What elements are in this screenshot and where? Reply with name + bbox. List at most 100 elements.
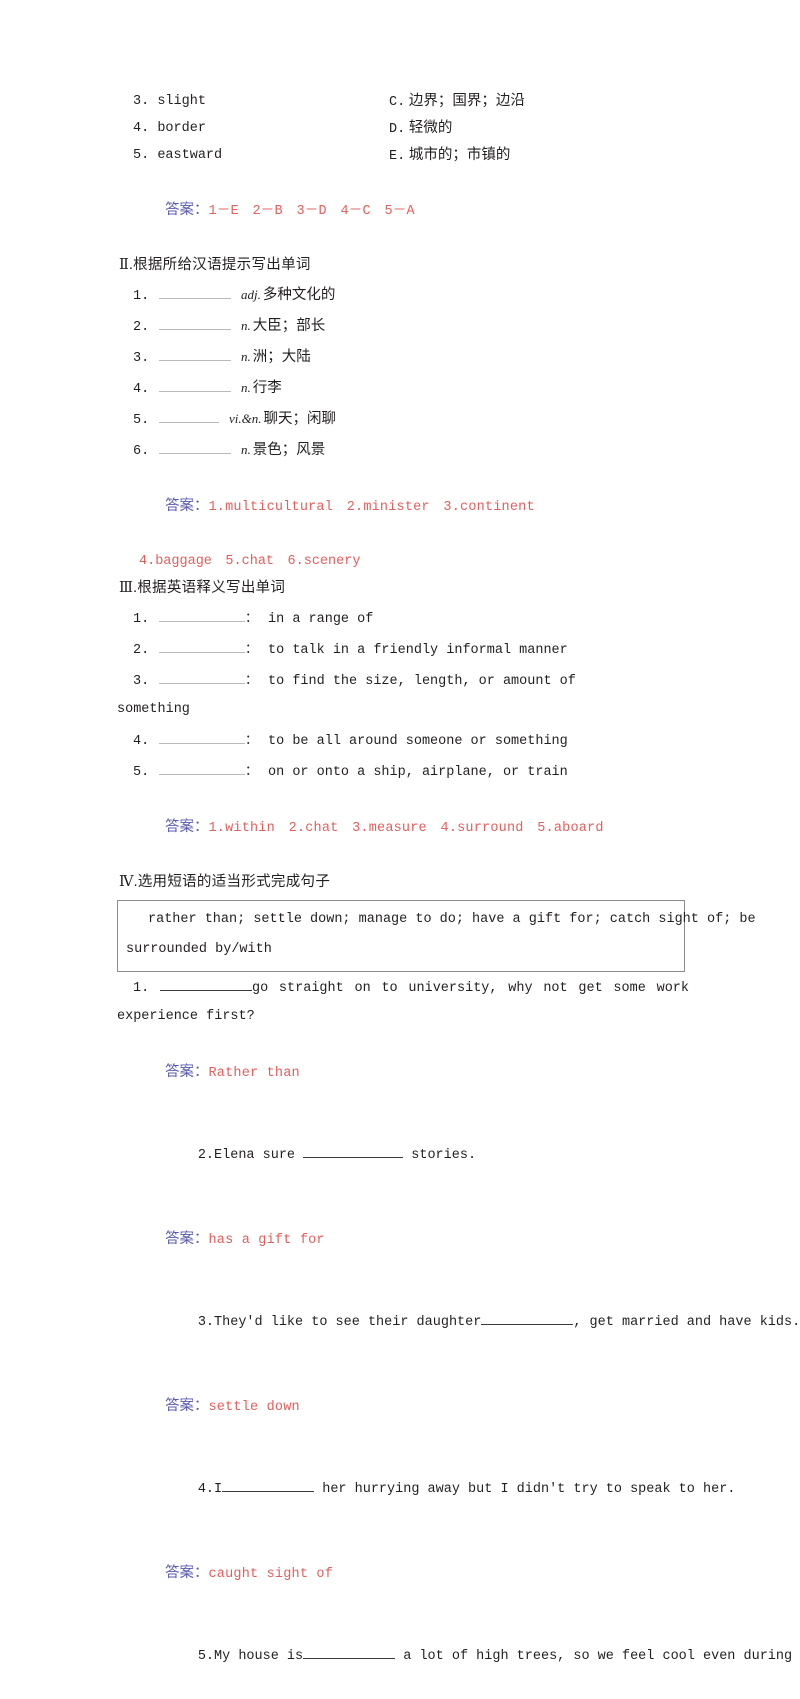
definition-row: 3. ： to find the size, length, or amount… <box>117 664 689 695</box>
question-answer-blank[interactable] <box>303 1646 396 1659</box>
section-3-heading: Ⅲ.根据英语释义写出单词 <box>117 575 689 602</box>
section-3-title: .根据英语释义写出单词 <box>133 580 286 596</box>
word-prompt-row: 1. adj. 多种文化的 <box>117 279 689 310</box>
word-answer-blank[interactable] <box>159 347 231 361</box>
chinese-gloss: 大臣；部长 <box>252 318 326 334</box>
question-answer-blank[interactable] <box>222 1479 315 1492</box>
definition-answer-blank[interactable] <box>159 730 245 744</box>
question-text-after: , get married and have kids. <box>573 1315 800 1330</box>
section-3-numeral: Ⅲ <box>119 580 134 596</box>
question-text-before: I <box>214 1482 223 1497</box>
word-prompt-row: 5. vi.&n. 聊天；闲聊 <box>117 403 689 434</box>
question-answer-blank[interactable] <box>303 1145 404 1158</box>
answer-row: 答案：1－E 2－B 3－D 4－C 5－A <box>117 169 689 252</box>
word-answer-blank[interactable] <box>159 378 231 392</box>
answer-row: 答案：Rather than <box>117 1031 689 1114</box>
part-of-speech: vi.&n. <box>229 411 262 426</box>
question-answer-blank[interactable] <box>481 1312 574 1325</box>
definition-text: to find the size, length, or amount of <box>268 674 576 689</box>
answer-row: 答案：has a gift for <box>117 1198 689 1281</box>
definition-number: 2. <box>133 643 150 658</box>
definition-text: to talk in a friendly informal manner <box>268 643 568 658</box>
answer-label: 答案： <box>165 819 209 835</box>
definition-answer-blank[interactable] <box>159 761 245 775</box>
word-answer-blank[interactable] <box>159 316 231 330</box>
section-2-heading: Ⅱ.根据所给汉语提示写出单词 <box>117 252 689 279</box>
matching-option-letter: C. <box>389 95 406 110</box>
matching-right-cell: D. 轻微的 <box>389 115 452 142</box>
answer-value: 1.multicultural 2.minister 3.continent <box>208 500 535 515</box>
word-prompt-row: 4. n. 行李 <box>117 372 689 403</box>
section-4-title: .选用短语的适当形式完成句子 <box>133 874 331 890</box>
question-row: 5.My house is a lot of high trees, so we… <box>117 1615 792 1699</box>
question-number: 5. <box>197 1649 215 1664</box>
answer-label: 答案： <box>165 1398 209 1414</box>
question-answer-blank[interactable] <box>159 978 252 991</box>
definition-text: to be all around someone or something <box>268 734 568 749</box>
definition-answer-blank[interactable] <box>159 608 245 622</box>
definition-answer-blank[interactable] <box>159 670 245 684</box>
definition-colon: ： <box>245 672 259 687</box>
matching-item-number: 3. <box>133 94 150 109</box>
question-text: go straight on to university, why not ge… <box>251 981 690 996</box>
answer-value: 1－E 2－B 3－D 4－C 5－A <box>208 204 415 219</box>
chinese-gloss: 景色；风景 <box>252 442 326 458</box>
answer-label: 答案： <box>165 498 209 514</box>
question-text-before: They'd like to see their daughter <box>214 1315 482 1330</box>
phrase-bank-line: surrounded by/with <box>126 942 272 957</box>
question-row: 1. go straight on to university, why not… <box>117 975 689 1003</box>
answer-label: 答案： <box>165 1231 209 1247</box>
answer-label: 答案： <box>165 1064 209 1080</box>
phrase-bank-box: rather than; settle down; manage to do; … <box>117 900 756 972</box>
word-prompt-number: 4. <box>133 382 150 397</box>
part-of-speech: adj. <box>241 287 261 302</box>
matching-option-meaning: 城市的；市镇的 <box>408 147 511 163</box>
part-of-speech: n. <box>241 349 251 364</box>
matching-item-word: eastward <box>157 148 223 163</box>
matching-item-word: slight <box>157 94 206 109</box>
matching-right-cell: C. 边界；国界；边沿 <box>389 88 525 115</box>
definition-answer-blank[interactable] <box>159 639 245 653</box>
word-prompt-row: 3. n. 洲；大陆 <box>117 341 689 372</box>
word-prompt-number: 6. <box>133 444 150 459</box>
word-prompt-row: 2. n. 大臣；部长 <box>117 310 689 341</box>
definition-number: 3. <box>133 674 150 689</box>
document-content: 3. slight C. 边界；国界；边沿 4. border D. 轻微的 5… <box>117 88 800 1699</box>
matching-section: 3. slight C. 边界；国界；边沿 4. border D. 轻微的 5… <box>117 88 689 252</box>
definition-row: 5. ： on or onto a ship, airplane, or tra… <box>117 755 689 786</box>
definition-text: in a range of <box>268 612 374 627</box>
phrase-bank-line: rather than; settle down; manage to do; … <box>148 912 756 927</box>
definition-number: 5. <box>133 765 150 780</box>
question-number: 3. <box>197 1315 215 1330</box>
word-answer-blank[interactable] <box>159 285 231 299</box>
matching-row: 3. slight C. 边界；国界；边沿 <box>117 88 689 115</box>
matching-right-cell: E. 城市的；市镇的 <box>389 142 510 169</box>
chinese-gloss: 行李 <box>252 380 282 396</box>
matching-option-meaning: 轻微的 <box>408 120 453 136</box>
definition-row: 1. ： in a range of <box>117 602 689 633</box>
answer-value: caught sight of <box>208 1567 334 1582</box>
part-of-speech: n. <box>241 442 251 457</box>
section-4-numeral: Ⅳ <box>119 874 134 890</box>
definition-colon: ： <box>245 641 259 656</box>
definition-row: 2. ： to talk in a friendly informal mann… <box>117 633 689 664</box>
matching-option-letter: D. <box>389 122 406 137</box>
question-row: 3.They'd like to see their daughter , get… <box>117 1281 800 1365</box>
matching-option-meaning: 边界；国界；边沿 <box>408 93 525 109</box>
word-answer-blank[interactable] <box>159 409 219 423</box>
definition-number: 4. <box>133 734 150 749</box>
answer-value: settle down <box>208 1400 300 1415</box>
section-3: Ⅲ.根据英语释义写出单词 1. ： in a range of 2. ： to … <box>117 575 689 869</box>
matching-item-number: 5. <box>133 148 150 163</box>
section-2-numeral: Ⅱ <box>119 257 130 273</box>
question-text-before: My house is <box>214 1649 304 1664</box>
answer-value: has a gift for <box>208 1233 325 1248</box>
answer-row: 答案：settle down <box>117 1365 689 1448</box>
definition-colon: ： <box>245 763 259 778</box>
question-text-after: a lot of high trees, so we feel cool eve… <box>395 1649 793 1664</box>
answer-row: 答案：caught sight of <box>117 1532 689 1615</box>
word-answer-blank[interactable] <box>159 440 231 454</box>
matching-item-word: border <box>157 121 206 136</box>
section-2-title: .根据所给汉语提示写出单词 <box>129 257 311 273</box>
matching-row: 5. eastward E. 城市的；市镇的 <box>117 142 689 169</box>
